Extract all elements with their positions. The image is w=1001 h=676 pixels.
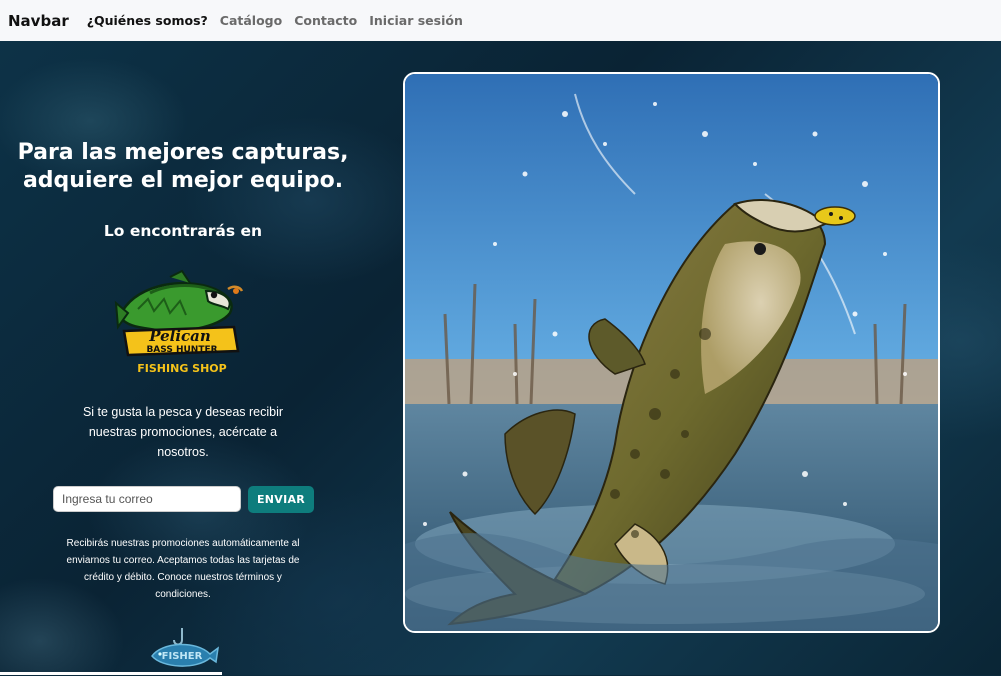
fine-print: Recibirás nuestras promociones automátic… [66, 538, 300, 600]
hero-section: Para las mejores capturas, adquiere el m… [0, 41, 1001, 675]
logo-script-text: Pelican [148, 327, 211, 345]
logo-tagline-text: FISHING SHOP [137, 362, 226, 375]
hero-subhead: Lo encontrarás en [103, 222, 263, 240]
headline-line-1: Para las mejores capturas, [17, 140, 349, 165]
hero-photo [403, 72, 940, 633]
hero-left-column: Para las mejores capturas, adquiere el m… [0, 41, 366, 675]
email-input[interactable] [53, 486, 241, 512]
nav-link-quienes-somos[interactable]: ¿Quiénes somos? [87, 13, 208, 28]
bottom-fisher-logo: FISHER [148, 626, 220, 672]
promo-text: Si te gusta la pesca y deseas recibir nu… [82, 405, 284, 459]
navbar-brand[interactable]: Navbar [8, 12, 69, 30]
fish-hook-logo-icon: FISHER [151, 628, 219, 667]
nav-link-catalogo[interactable]: Catálogo [220, 13, 282, 28]
bottom-logo-text: FISHER [162, 651, 203, 662]
headline-line-2: adquiere el mejor equipo. [22, 168, 344, 193]
nav-link-contacto[interactable]: Contacto [294, 13, 357, 28]
nav-link-iniciar-sesion[interactable]: Iniciar sesión [369, 13, 463, 28]
logo-banner-text: BASS HUNTER [146, 345, 217, 355]
bass-photo-image [405, 74, 938, 631]
bass-fish-logo-icon: Pelican BASS HUNTER FISHING SHOP [114, 269, 244, 375]
send-button[interactable]: ENVIAR [248, 486, 314, 513]
navbar: Navbar ¿Quiénes somos? Catálogo Contacto… [0, 0, 1001, 41]
shop-logo: Pelican BASS HUNTER FISHING SHOP [110, 269, 250, 381]
hero-headline: Para las mejores capturas, adquiere el m… [0, 139, 366, 195]
